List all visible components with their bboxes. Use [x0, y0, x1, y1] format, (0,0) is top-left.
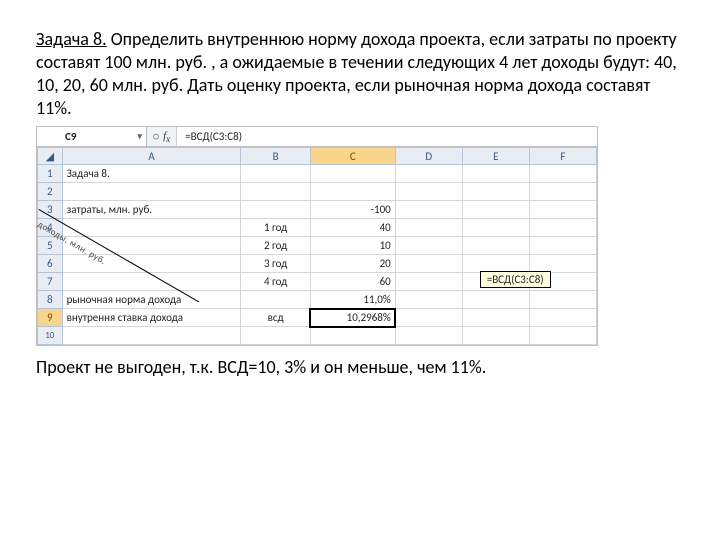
cell[interactable]	[462, 309, 529, 327]
cell[interactable]	[241, 291, 310, 309]
table-row: 3 затраты, млн. руб. -100	[38, 201, 597, 219]
active-cell[interactable]: 10,2968%	[310, 309, 395, 327]
cell[interactable]: 20	[310, 255, 395, 273]
table-row: 8 рыночная норма дохода 11,0%	[38, 291, 597, 309]
col-header-F[interactable]: F	[529, 148, 596, 165]
cell[interactable]: 2 год	[241, 237, 310, 255]
cell[interactable]: 40	[310, 219, 395, 237]
cell[interactable]	[529, 219, 596, 237]
cell[interactable]	[462, 183, 529, 201]
cell[interactable]: 1 год	[241, 219, 310, 237]
fx-icon[interactable]: fx	[163, 130, 170, 144]
cell[interactable]	[529, 255, 596, 273]
col-header-D[interactable]: D	[395, 148, 462, 165]
cell[interactable]	[462, 219, 529, 237]
cell[interactable]	[62, 255, 241, 273]
cell[interactable]	[462, 327, 529, 345]
cell[interactable]	[310, 183, 395, 201]
cell[interactable]	[395, 255, 462, 273]
problem-body: Определить внутреннюю норму дохода проек…	[36, 28, 677, 119]
problem-title: Задача 8.	[36, 28, 107, 50]
table-row: 2	[38, 183, 597, 201]
cell[interactable]	[310, 327, 395, 345]
cell[interactable]	[462, 201, 529, 219]
formula-tooltip: =ВСД(C3:C8)	[480, 271, 551, 288]
cell[interactable]	[395, 165, 462, 183]
cell[interactable]	[529, 309, 596, 327]
col-header-E[interactable]: E	[462, 148, 529, 165]
cell[interactable]: затраты, млн. руб.	[62, 201, 241, 219]
table-row: 7 4 год 60 =ВСД(C3:C8)	[38, 273, 597, 291]
cell[interactable]	[529, 165, 596, 183]
cell[interactable]	[529, 237, 596, 255]
cell[interactable]: всд	[241, 309, 310, 327]
dropdown-icon[interactable]: ▾	[137, 131, 142, 142]
cell[interactable]: 11,0%	[310, 291, 395, 309]
cell[interactable]: 3 год	[241, 255, 310, 273]
cell[interactable]	[395, 219, 462, 237]
cell[interactable]	[462, 255, 529, 273]
cell[interactable]	[395, 183, 462, 201]
circle-icon: ○	[153, 130, 159, 143]
name-box[interactable]: C9 ▾	[37, 127, 147, 146]
row-header[interactable]: 6	[38, 255, 63, 273]
cell[interactable]	[241, 165, 310, 183]
cell[interactable]: 4 год	[241, 273, 310, 291]
formula-text: =ВСД(C3:C8)	[185, 130, 242, 143]
spreadsheet-grid: ◢ A B C D E F 1 Задача 8. 2	[37, 147, 597, 345]
cell[interactable]	[310, 165, 395, 183]
cell[interactable]	[241, 327, 310, 345]
problem-statement: Задача 8. Определить внутреннюю норму до…	[36, 28, 684, 120]
select-all-corner[interactable]: ◢	[38, 148, 63, 165]
cell[interactable]	[462, 237, 529, 255]
cell[interactable]	[529, 291, 596, 309]
row-header[interactable]: 7	[38, 273, 63, 291]
col-header-B[interactable]: B	[241, 148, 310, 165]
column-header-row: ◢ A B C D E F	[38, 148, 597, 165]
cell[interactable]	[62, 219, 241, 237]
cell[interactable]	[241, 201, 310, 219]
cell[interactable]	[529, 201, 596, 219]
row-header[interactable]: 9	[38, 309, 63, 327]
cell[interactable]: -100	[310, 201, 395, 219]
table-row: 1 Задача 8.	[38, 165, 597, 183]
conclusion-text: Проект не выгоден, т.к. ВСД=10, 3% и он …	[36, 356, 684, 379]
cell[interactable]	[241, 183, 310, 201]
cell[interactable]: рыночная норма дохода	[62, 291, 241, 309]
excel-screenshot: C9 ▾ ○ fx =ВСД(C3:C8) доходы, млн. руб. …	[36, 126, 598, 346]
row-header[interactable]: 2	[38, 183, 63, 201]
table-row: 4 1 год 40	[38, 219, 597, 237]
cell[interactable]	[62, 183, 241, 201]
cell[interactable]	[462, 291, 529, 309]
cell[interactable]: Задача 8.	[62, 165, 241, 183]
row-header[interactable]: 8	[38, 291, 63, 309]
formula-bar-buttons: ○ fx	[147, 127, 177, 146]
cell[interactable]: =ВСД(C3:C8)	[395, 273, 462, 291]
cell[interactable]: 10	[310, 237, 395, 255]
cell[interactable]	[395, 309, 462, 327]
cell[interactable]	[462, 165, 529, 183]
table-row: 9 внутрення ставка дохода всд 10,2968%	[38, 309, 597, 327]
active-cell-ref: C9	[65, 130, 76, 143]
cell[interactable]	[529, 183, 596, 201]
cell[interactable]	[395, 201, 462, 219]
col-header-C[interactable]: C	[310, 148, 395, 165]
cell[interactable]	[62, 327, 241, 345]
col-header-A[interactable]: A	[62, 148, 241, 165]
table-row: 5 2 год 10	[38, 237, 597, 255]
cell[interactable]	[395, 291, 462, 309]
formula-bar: C9 ▾ ○ fx =ВСД(C3:C8)	[37, 127, 597, 147]
cell[interactable]	[395, 327, 462, 345]
formula-input[interactable]: =ВСД(C3:C8)	[177, 127, 597, 146]
table-row: 10	[38, 327, 597, 345]
cell[interactable]	[529, 327, 596, 345]
row-header[interactable]: 1	[38, 165, 63, 183]
cell[interactable]: внутрення ставка дохода	[62, 309, 241, 327]
cell[interactable]: 60	[310, 273, 395, 291]
cell[interactable]	[395, 237, 462, 255]
row-header[interactable]: 10	[38, 327, 63, 345]
